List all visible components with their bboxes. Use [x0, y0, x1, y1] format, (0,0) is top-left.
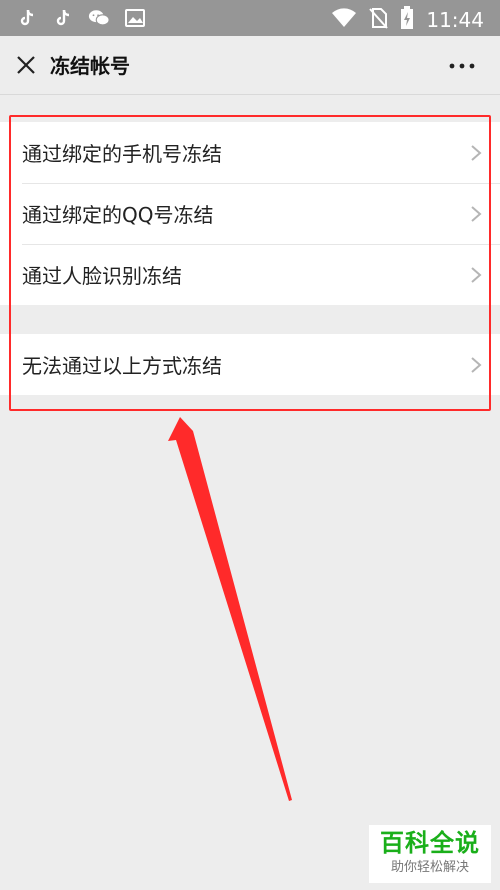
watermark-subtitle: 助你轻松解决	[390, 860, 469, 875]
watermark-title: 百科全说	[380, 829, 480, 857]
annotation-arrow	[168, 417, 292, 801]
watermark-logo: 百科全说 助你轻松解决	[369, 825, 491, 883]
